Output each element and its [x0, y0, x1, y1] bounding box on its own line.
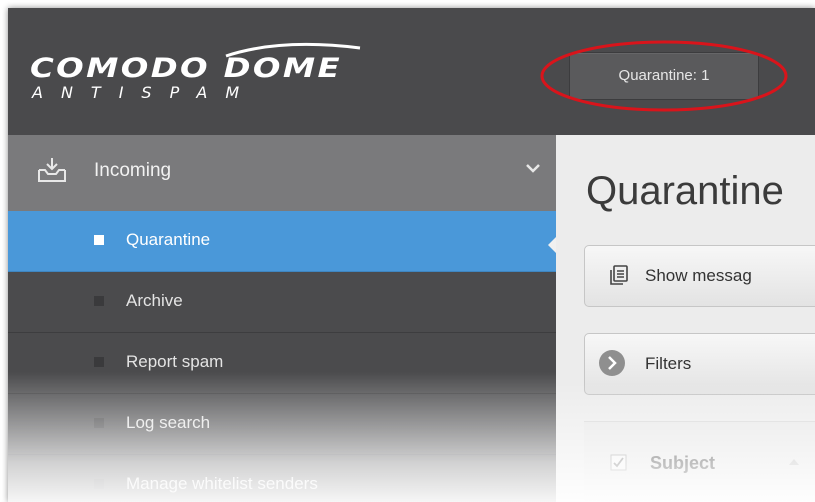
sidebar-item-label: Log search [126, 413, 211, 432]
sidebar-item-report-spam[interactable]: Report spam [8, 333, 556, 394]
top-header: COMODO DOME ANTISPAM Quarantine: 1 [8, 8, 815, 135]
sidebar-item-archive[interactable]: Archive [8, 272, 556, 333]
quarantine-count-button[interactable]: Quarantine: 1 [569, 52, 759, 100]
sidebar-section-incoming[interactable]: Incoming [8, 135, 556, 212]
main-content: Quarantine Show messag Filters Subject [556, 135, 815, 502]
column-header-subject[interactable]: Subject [650, 452, 715, 474]
filters-panel[interactable]: Filters [584, 333, 815, 395]
bullet-square-icon [94, 479, 104, 489]
sidebar: Incoming Quarantine Archive Report spam … [8, 135, 556, 502]
expand-arrow-icon [599, 350, 625, 376]
sidebar-item-label: Manage whitelist senders [126, 474, 318, 493]
inbox-download-icon [38, 158, 66, 182]
logo-sub-text: ANTISPAM [32, 83, 258, 102]
bullet-square-icon [94, 296, 104, 306]
sidebar-item-quarantine[interactable]: Quarantine [8, 211, 556, 272]
sidebar-item-log-search[interactable]: Log search [8, 394, 556, 455]
document-list-icon [610, 265, 628, 285]
sidebar-item-label: Quarantine [126, 230, 211, 249]
sidebar-section-label: Incoming [94, 160, 172, 181]
app-window: COMODO DOME ANTISPAM Quarantine: 1 Incom… [8, 8, 815, 502]
sort-ascending-icon[interactable] [788, 458, 800, 466]
logo-main-text: COMODO DOME [30, 53, 343, 84]
comodo-dome-antispam-logo: COMODO DOME ANTISPAM [30, 40, 370, 112]
filters-label: Filters [645, 354, 692, 373]
active-item-pointer [548, 235, 556, 255]
show-messages-label: Show messag [645, 266, 752, 285]
bullet-square-icon [94, 235, 104, 245]
bullet-square-icon [94, 357, 104, 367]
checkbox-icon[interactable] [610, 454, 628, 472]
chevron-down-icon[interactable] [525, 163, 541, 175]
page-title: Quarantine [586, 169, 784, 213]
message-table-header: Subject [584, 421, 815, 502]
sidebar-item-label: Report spam [126, 352, 224, 371]
sidebar-item-label: Archive [126, 291, 183, 310]
bullet-square-icon [94, 418, 104, 428]
sidebar-item-manage-whitelist-senders[interactable]: Manage whitelist senders [8, 455, 556, 502]
show-messages-panel[interactable]: Show messag [584, 245, 815, 307]
